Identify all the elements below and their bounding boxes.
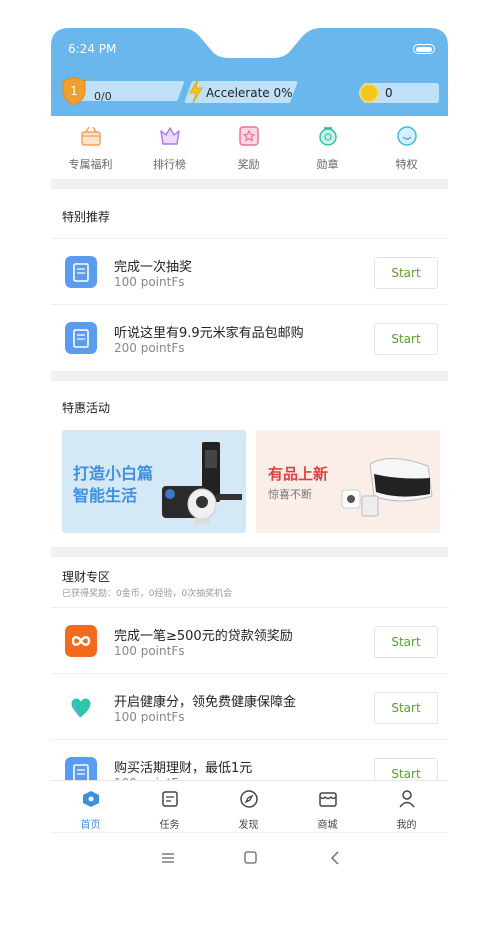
- lightning-icon: [189, 78, 203, 104]
- header: 6:24 PM 1 0/0 Accelerate 0% 0: [51, 28, 448, 116]
- nav-item-rewards[interactable]: 奖励: [209, 118, 288, 172]
- section-title-special: 特别推荐: [62, 210, 111, 224]
- tab-label: 任务: [159, 820, 180, 831]
- scroll-task-icon: [65, 322, 97, 354]
- vr-headset-image: [341, 458, 433, 517]
- banner-subline: 惊喜不断: [268, 488, 312, 501]
- level-progress: 0/0: [94, 90, 112, 103]
- tab-discover[interactable]: 发现: [209, 781, 288, 831]
- star-badge-icon: [238, 126, 259, 146]
- task-title: 完成一笔≥500元的贷款领奖励: [114, 629, 293, 644]
- back-icon[interactable]: [330, 851, 340, 865]
- section-title-promo: 特惠活动: [62, 401, 111, 415]
- menu-icon[interactable]: [161, 852, 175, 864]
- task-icon: [161, 791, 178, 807]
- app-screen: 6:24 PM 1 0/0 Accelerate 0% 0 专属福利 排行榜 奖…: [51, 28, 448, 908]
- task-title: 听说这里有9.9元米家有品包邮购: [114, 326, 304, 341]
- task-row: 听说这里有9.9元米家有品包邮购 200 pointFs Start: [51, 304, 448, 371]
- nav-item-medals[interactable]: 勋章: [288, 118, 367, 172]
- battery-icon: [413, 44, 435, 54]
- status-time: 6:24 PM: [68, 42, 117, 56]
- start-button[interactable]: Start: [374, 257, 438, 289]
- tab-tasks[interactable]: 任务: [130, 781, 209, 831]
- start-button[interactable]: Start: [374, 626, 438, 658]
- level-progress-bar: [71, 81, 185, 101]
- home-square-icon[interactable]: [244, 851, 257, 864]
- level-shield-icon: 1: [62, 76, 86, 106]
- promo-banner-new-products[interactable]: 有品上新 惊喜不断: [256, 430, 440, 533]
- svg-text:1: 1: [70, 84, 78, 98]
- bottom-tab-bar: 首页 任务 发现 商城 我的: [51, 780, 448, 833]
- nav-item-ranking[interactable]: 排行榜: [130, 118, 209, 172]
- banner-headline: 打造小白篇: [73, 464, 154, 483]
- smart-devices-image: [162, 442, 242, 524]
- gift-icon: [80, 126, 101, 146]
- system-navigation-bar: [51, 832, 448, 893]
- accelerate-label[interactable]: Accelerate 0%: [206, 86, 293, 100]
- nav-label: 专属福利: [68, 158, 113, 171]
- person-icon: [398, 790, 415, 808]
- section-divider: [51, 547, 448, 557]
- home-icon: [82, 791, 99, 807]
- start-button[interactable]: Start: [374, 323, 438, 355]
- smiley-icon: [396, 126, 417, 146]
- nav-item-privileges[interactable]: 特权: [367, 118, 446, 172]
- task-title: 完成一次抽奖: [114, 260, 193, 275]
- task-title: 购买活期理财，最低1元: [114, 761, 253, 776]
- task-row: 开启健康分，领免费健康保障金 100 pointFs Start: [51, 673, 448, 740]
- medal-icon: [318, 127, 337, 146]
- nav-label: 排行榜: [153, 158, 186, 171]
- task-row: 完成一次抽奖 100 pointFs Start: [51, 238, 448, 305]
- finance-subtitle: 已获得奖励：0金币，0经验，0次抽奖机会: [62, 589, 233, 599]
- banner-subline: 智能生活: [73, 486, 138, 505]
- promo-banner-smart-home[interactable]: 打造小白篇 智能生活: [62, 430, 246, 533]
- tab-home[interactable]: 首页: [51, 781, 130, 831]
- task-points: 200 pointFs: [114, 341, 185, 355]
- section-divider: [51, 371, 448, 381]
- tab-label: 首页: [80, 820, 101, 831]
- task-points: 100 pointFs: [114, 275, 185, 289]
- task-title: 开启健康分，领免费健康保障金: [114, 695, 297, 710]
- nav-label: 勋章: [316, 158, 339, 171]
- tab-label: 我的: [396, 820, 417, 831]
- nav-item-exclusive-benefits[interactable]: 专属福利: [51, 118, 130, 172]
- store-icon: [318, 792, 337, 807]
- start-button[interactable]: Start: [374, 692, 438, 724]
- section-divider: [51, 179, 448, 189]
- compass-icon: [239, 790, 258, 808]
- nav-label: 奖励: [237, 158, 260, 171]
- nav-label: 特权: [395, 158, 418, 171]
- crown-icon: [159, 127, 180, 145]
- tab-label: 商城: [317, 820, 338, 831]
- tab-store[interactable]: 商城: [288, 781, 367, 831]
- scroll-task-icon: [65, 256, 97, 288]
- section-title-finance: 理财专区: [62, 570, 111, 584]
- coin-icon: [359, 83, 379, 103]
- feature-nav: 专属福利 排行榜 奖励 勋章 特权: [51, 118, 448, 178]
- task-points: 100 pointFs: [114, 710, 185, 724]
- coin-count: 0: [385, 86, 393, 100]
- banner-headline: 有品上新: [268, 465, 329, 483]
- infinity-loan-icon: [65, 625, 97, 657]
- heart-health-icon: [65, 691, 97, 723]
- tab-me[interactable]: 我的: [367, 781, 446, 831]
- task-row: 完成一笔≥500元的贷款领奖励 100 pointFs Start: [51, 607, 448, 674]
- task-points: 100 pointFs: [114, 644, 185, 658]
- tab-label: 发现: [238, 820, 259, 831]
